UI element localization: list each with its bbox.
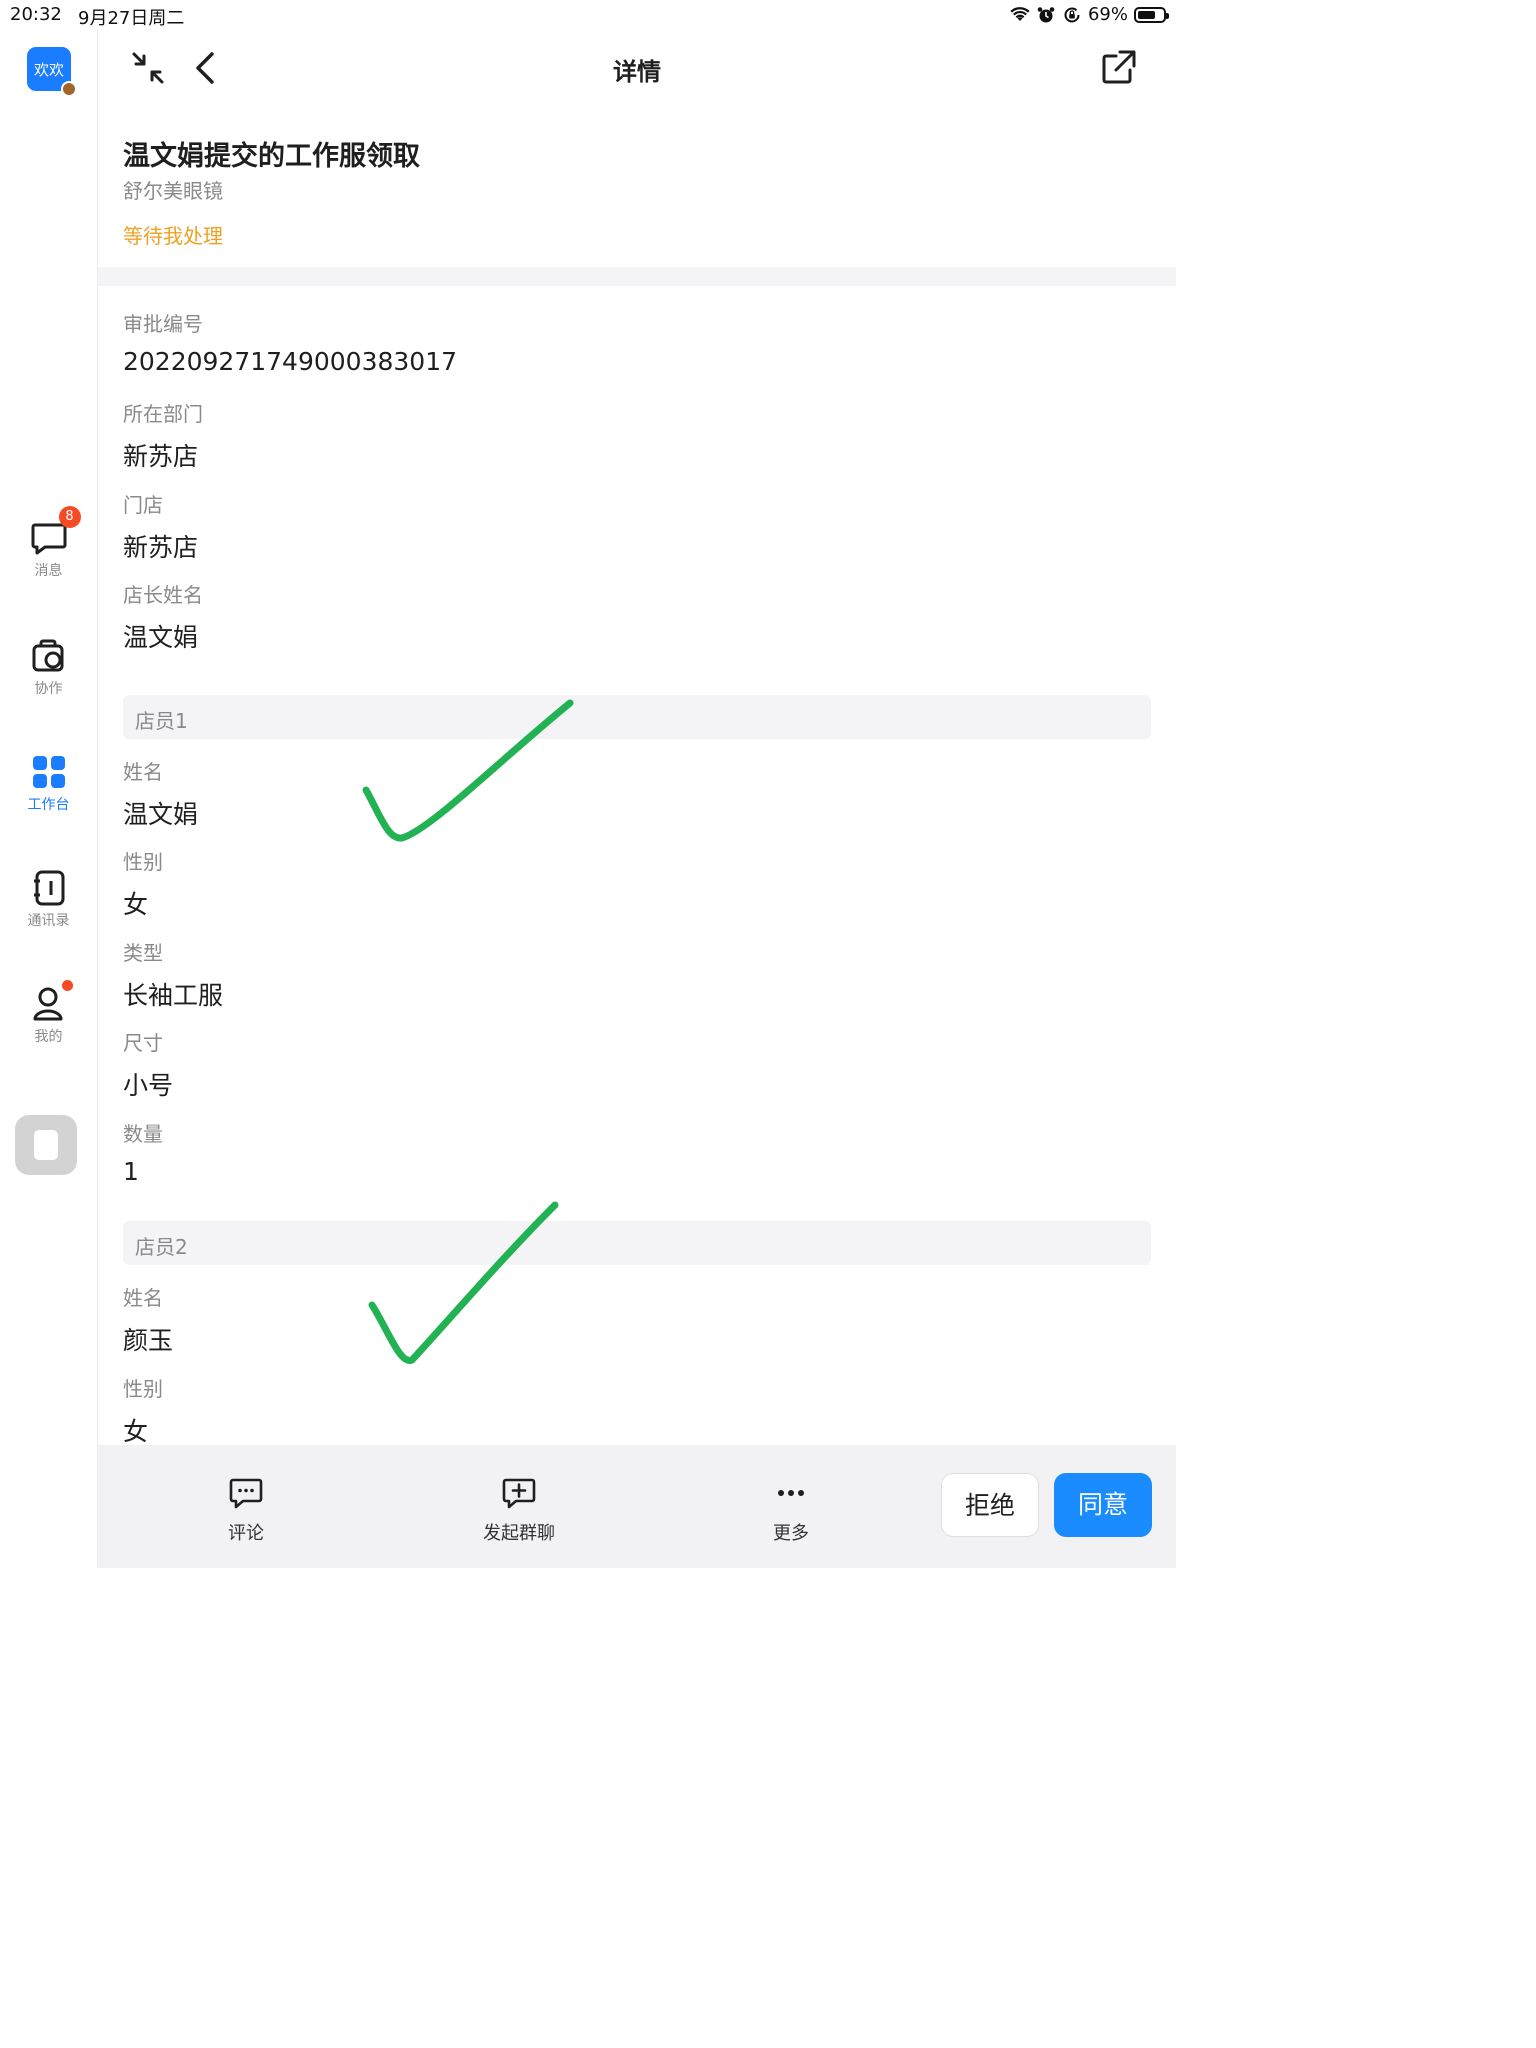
group-header-staff-2: 店员2 bbox=[123, 1221, 1151, 1265]
more-dots-icon bbox=[778, 1490, 804, 1496]
page-title: 详情 bbox=[613, 58, 661, 86]
status-date: 9月27日周二 bbox=[78, 8, 185, 29]
message-count-badge: 8 bbox=[58, 506, 81, 528]
sidebar-item-workbench[interactable]: 工作台 bbox=[0, 752, 97, 814]
sidebar-item-collab[interactable]: 协作 bbox=[0, 636, 97, 698]
detail-header: 详情 bbox=[98, 30, 1176, 110]
field-label-manager-name: 店长姓名 bbox=[123, 583, 203, 607]
field-label-staff2-gender: 性别 bbox=[123, 1377, 163, 1401]
battery-percent: 69% bbox=[1087, 4, 1128, 25]
group-header-staff-1: 店员1 bbox=[123, 695, 1151, 739]
chat-bubble-icon: 8 bbox=[29, 506, 81, 558]
field-label-staff1-size: 尺寸 bbox=[123, 1031, 163, 1055]
field-value-staff1-size: 小号 bbox=[123, 1071, 174, 1100]
field-value-staff1-gender: 女 bbox=[123, 890, 149, 919]
field-value-staff1-quantity: 1 bbox=[123, 1157, 139, 1186]
more-label: 更多 bbox=[773, 1523, 809, 1544]
status-right: 69% bbox=[1010, 4, 1169, 25]
sidebar-item-label: 工作台 bbox=[27, 797, 70, 813]
app-avatar-label: 欢欢 bbox=[33, 60, 64, 79]
wifi-icon bbox=[1010, 6, 1030, 21]
sidebar-item-label: 协作 bbox=[34, 681, 63, 697]
approval-title: 温文娟提交的工作服领取 bbox=[123, 141, 420, 172]
field-label-staff1-name: 姓名 bbox=[123, 760, 163, 784]
field-label-approval-number: 审批编号 bbox=[123, 312, 203, 336]
notification-dot bbox=[61, 980, 73, 991]
comment-icon bbox=[229, 1478, 263, 1509]
reject-button[interactable]: 拒绝 bbox=[941, 1473, 1039, 1537]
sidebar-item-label: 通讯录 bbox=[27, 913, 70, 929]
person-icon bbox=[29, 980, 73, 1024]
field-label-staff1-type: 类型 bbox=[123, 941, 163, 965]
sidebar-item-label: 消息 bbox=[34, 563, 63, 579]
collaboration-icon bbox=[29, 636, 69, 676]
comment-label: 评论 bbox=[228, 1523, 264, 1544]
battery-icon bbox=[1134, 6, 1169, 23]
field-value-staff2-name: 颜玉 bbox=[123, 1326, 174, 1355]
start-group-chat-button[interactable]: 发起群聊 bbox=[464, 1475, 574, 1545]
status-bar: 20:32 9月27日周二 69% bbox=[0, 0, 1176, 30]
sidebar-item-messages[interactable]: 8 消息 bbox=[0, 506, 97, 580]
alarm-icon bbox=[1037, 6, 1055, 22]
sidebar-item-label: 我的 bbox=[34, 1029, 63, 1045]
field-label-staff2-name: 姓名 bbox=[123, 1286, 163, 1310]
field-label-staff1-quantity: 数量 bbox=[123, 1122, 163, 1146]
avatar-status-dot bbox=[61, 81, 77, 97]
action-bar: 评论 发起群聊 更多 拒绝 同意 bbox=[98, 1445, 1176, 1568]
approval-summary: 温文娟提交的工作服领取 舒尔美眼镜 等待我处理 bbox=[98, 110, 1176, 266]
contacts-book-icon bbox=[29, 868, 69, 908]
field-value-staff1-type: 长袖工服 bbox=[123, 981, 224, 1010]
field-label-staff1-gender: 性别 bbox=[123, 850, 163, 874]
more-button[interactable]: 更多 bbox=[736, 1475, 846, 1545]
group-title: 店员2 bbox=[135, 1235, 188, 1259]
window-icon bbox=[34, 1130, 58, 1160]
field-label-department: 所在部门 bbox=[123, 402, 203, 426]
field-value-staff2-gender: 女 bbox=[123, 1417, 149, 1445]
floating-window-button[interactable] bbox=[15, 1115, 77, 1175]
field-value-staff1-name: 温文娟 bbox=[123, 800, 199, 829]
field-label-store: 门店 bbox=[123, 493, 163, 517]
detail-fields: 审批编号 202209271749000383017 所在部门 新苏店 门店 新… bbox=[98, 286, 1176, 1445]
sidebar-item-contacts[interactable]: 通讯录 bbox=[0, 868, 97, 930]
group-chat-label: 发起群聊 bbox=[483, 1523, 555, 1544]
group-title: 店员1 bbox=[135, 709, 188, 733]
organization-name: 舒尔美眼镜 bbox=[123, 179, 223, 203]
add-chat-icon bbox=[502, 1478, 536, 1509]
share-external-icon[interactable] bbox=[1098, 48, 1138, 88]
status-time: 20:32 bbox=[10, 4, 62, 25]
app-avatar[interactable]: 欢欢 bbox=[27, 47, 77, 97]
comment-button[interactable]: 评论 bbox=[191, 1475, 301, 1545]
rotation-lock-icon bbox=[1064, 7, 1080, 22]
section-divider bbox=[98, 267, 1176, 286]
sidebar: 欢欢 8 消息 协作 工作台 通讯录 我的 bbox=[0, 30, 98, 1568]
field-value-store: 新苏店 bbox=[123, 533, 199, 562]
field-value-approval-number: 202209271749000383017 bbox=[123, 347, 458, 376]
field-value-manager-name: 温文娟 bbox=[123, 623, 199, 652]
field-value-department: 新苏店 bbox=[123, 442, 199, 471]
approve-button[interactable]: 同意 bbox=[1054, 1473, 1152, 1537]
approval-status: 等待我处理 bbox=[123, 224, 223, 248]
sidebar-item-me[interactable]: 我的 bbox=[0, 980, 97, 1046]
grid-apps-icon bbox=[29, 752, 69, 792]
